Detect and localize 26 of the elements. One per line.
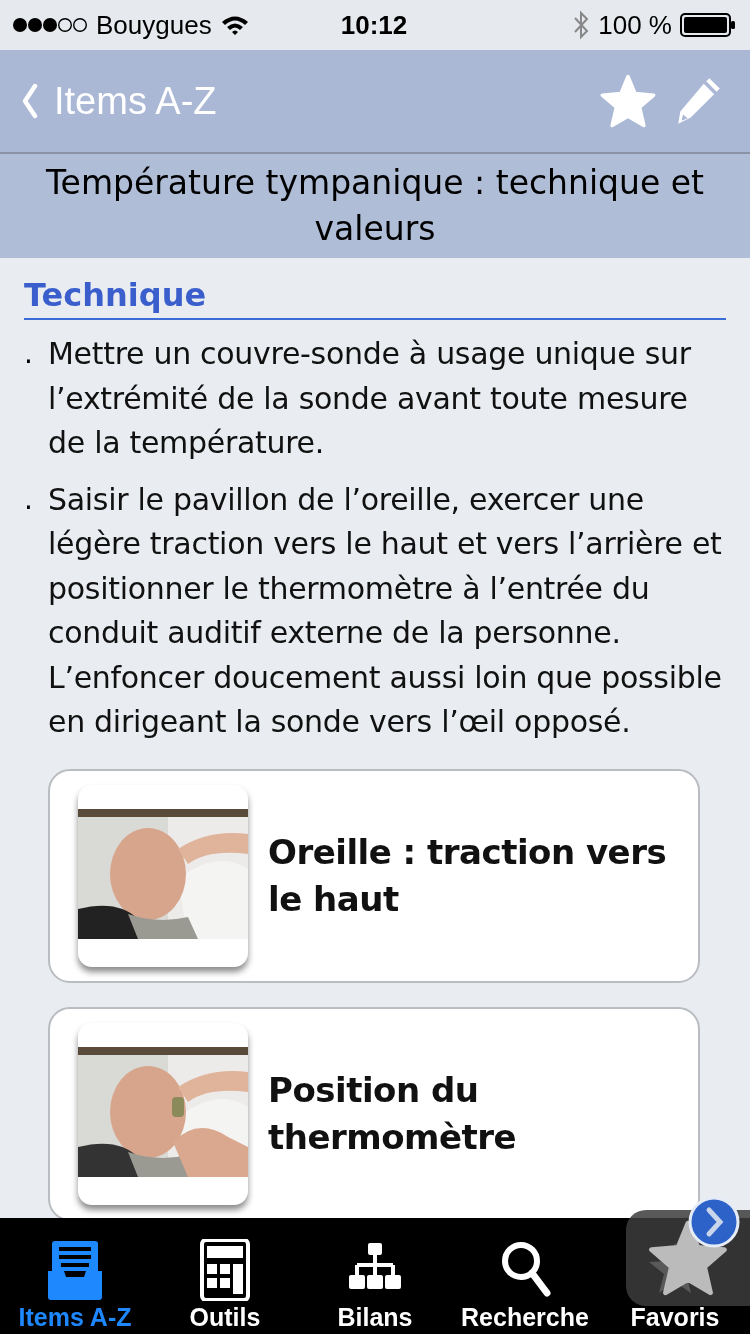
- signal-icon: [12, 16, 88, 34]
- image-card[interactable]: Oreille : traction vers le haut: [48, 768, 700, 983]
- bullet-text: Mettre un couvre-sonde à usage unique sur l’extrémité de la sonde avant toute mesure de la température.: [48, 335, 692, 462]
- card-caption: Position du thermomètre: [268, 1068, 518, 1159]
- star-icon[interactable]: [600, 74, 656, 128]
- star-icon: [648, 1220, 728, 1296]
- section-heading: Technique: [24, 276, 726, 320]
- carrier-name: Bouygues: [96, 9, 212, 41]
- clock-time: 10:12: [340, 9, 408, 41]
- page-title: Température tympanique : technique et valeurs: [45, 162, 705, 250]
- calculator-icon: [197, 1239, 253, 1301]
- tab-item[interactable]: Items A-Z: [0, 1218, 150, 1334]
- bluetooth-icon: [572, 10, 591, 40]
- battery-icon: [680, 13, 736, 37]
- card-caption: Oreille : traction vers le haut: [268, 830, 668, 921]
- chevron-left-icon: [20, 83, 40, 119]
- tab-item[interactable]: Recherche: [450, 1218, 600, 1334]
- bullet-marker: .: [24, 336, 34, 372]
- bullet-marker: .: [24, 481, 34, 518]
- bullet-text: Saisir le pavillon de l’oreille, exercer une légère traction vers le haut et vers l’arrière et positionner le thermomètre à l’entrée du conduit auditif externe de la personne. L’enfoncer doucement aussi loin que possible en dirigeant la sonde vers l’œil opposé.: [48, 480, 723, 741]
- tab-item[interactable]: Outils: [150, 1218, 300, 1334]
- image-card[interactable]: Position du thermomètre: [48, 1006, 700, 1218]
- tab-item[interactable]: Bilans: [300, 1218, 450, 1334]
- battery-percent: 100 %: [598, 9, 672, 41]
- next-arrow-button[interactable]: [688, 1196, 740, 1248]
- inbox-tray-icon: [47, 1239, 103, 1301]
